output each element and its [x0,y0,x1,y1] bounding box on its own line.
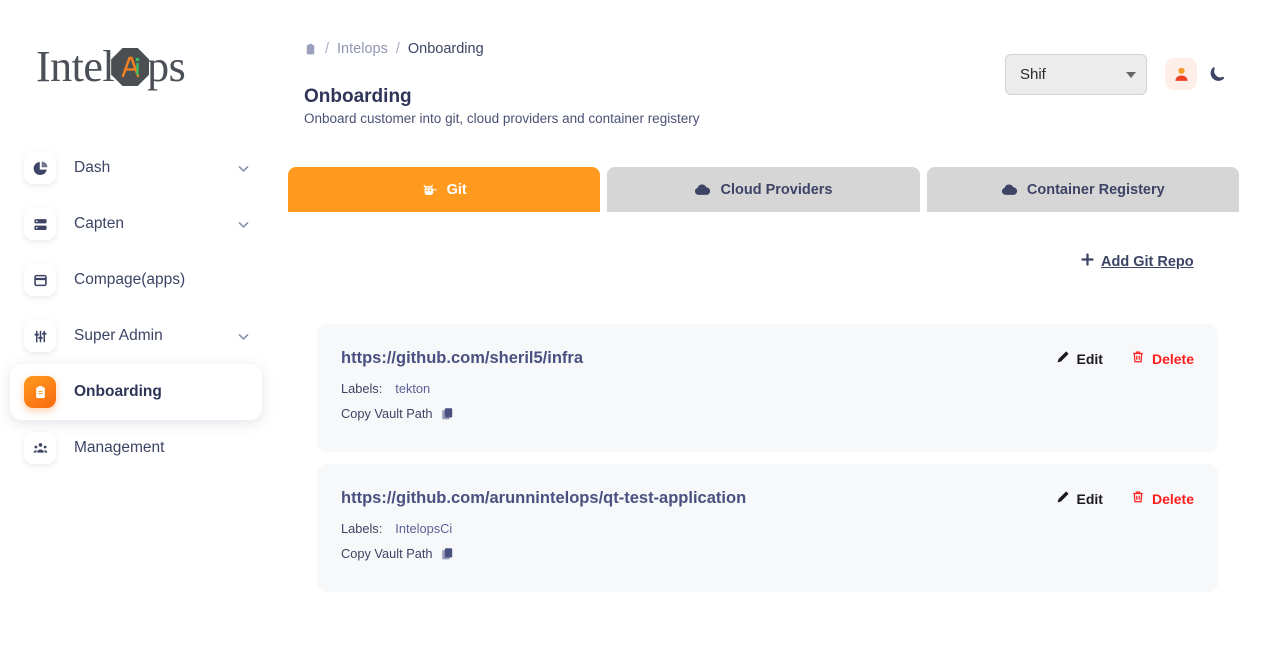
onboarding-tabs: Git Cloud Providers Container Registery [288,167,1239,212]
repo-row-actions: Edit Delete [1056,350,1194,367]
chevron-down-icon[interactable] [237,218,250,231]
tab-git[interactable]: Git [288,167,601,212]
copy-vault-path[interactable]: Copy Vault Path [341,546,1194,561]
theme-toggle-button[interactable] [1205,62,1229,86]
add-git-repo-button[interactable]: Add Git Repo [1080,252,1194,271]
brand-ai-badge-icon [111,48,150,86]
cloud-icon [1001,181,1018,198]
breadcrumb-separator: / [325,41,330,57]
tab-label: Cloud Providers [720,181,833,198]
sidebar-item-label: Dash [74,159,111,176]
copy-icon[interactable] [441,407,455,421]
repo-labels-caption: Labels: [341,381,383,396]
brand-logo-text-part2: ps [147,42,186,91]
tab-cloud-providers[interactable]: Cloud Providers [607,167,920,212]
delete-label: Delete [1151,490,1194,507]
sidebar-item-label: Management [74,439,165,456]
copy-icon[interactable] [441,547,455,561]
edit-label: Edit [1076,350,1103,367]
sidebar-item-label: Capten [74,215,124,232]
sidebar-item-super-admin[interactable]: Super Admin [10,308,262,364]
account-select[interactable]: Shif [1005,54,1147,95]
git-repo-list: https://github.com/sheril5/infra Labels:… [317,324,1218,604]
breadcrumb-current: Onboarding [407,41,484,57]
repo-card: https://github.com/arunnintelops/qt-test… [317,464,1218,592]
pie-chart-icon [24,152,56,184]
plus-icon [1080,252,1095,271]
sidebar: Intel ps Dash Capten Compage(apps) Super… [0,0,272,664]
chevron-down-icon[interactable] [237,330,250,343]
repo-row-actions: Edit Delete [1056,490,1194,507]
repo-label-value: IntelopsCi [395,521,453,536]
brand-logo[interactable]: Intel ps [36,36,216,98]
edit-button[interactable]: Edit [1056,350,1103,367]
tab-label: Git [446,181,467,198]
user-avatar-icon [1174,67,1188,81]
edit-label: Edit [1076,490,1103,507]
delete-button[interactable]: Delete [1131,350,1194,367]
git-icon [422,182,438,198]
repo-labels: Labels: IntelopsCi [341,521,1194,536]
copy-vault-path-label: Copy Vault Path [341,546,433,561]
breadcrumb-link-intelops[interactable]: Intelops [337,41,388,57]
breadcrumb: / Intelops / Onboarding [304,41,484,57]
sliders-icon [24,320,56,352]
sidebar-item-dash[interactable]: Dash [10,140,262,196]
sidebar-item-label: Compage(apps) [74,271,186,288]
moon-icon [1210,67,1225,81]
sidebar-nav: Dash Capten Compage(apps) Super Admin On… [10,140,262,476]
add-git-repo-label: Add Git Repo [1101,253,1194,270]
page-title: Onboarding [304,86,412,107]
sidebar-item-capten[interactable]: Capten [10,196,262,252]
copy-vault-path-label: Copy Vault Path [341,406,433,421]
delete-label: Delete [1151,350,1194,367]
page-subtitle: Onboard customer into git, cloud provide… [304,111,700,126]
tab-label: Container Registery [1026,181,1165,198]
sidebar-item-onboarding[interactable]: Onboarding [10,364,262,420]
users-icon [24,432,56,464]
pencil-icon [1056,490,1070,507]
sidebar-item-compage[interactable]: Compage(apps) [10,252,262,308]
breadcrumb-clipboard-icon[interactable] [304,43,317,56]
server-icon [24,208,56,240]
onboarding-page: Intel ps Dash Capten Compage(apps) Super… [0,0,1271,664]
edit-button[interactable]: Edit [1056,490,1103,507]
sidebar-item-label: Super Admin [74,327,163,344]
chevron-down-icon [1126,71,1136,78]
brand-logo-text-part1: Intel [36,42,115,91]
clipboard-icon [24,376,56,408]
repo-labels: Labels: tekton [341,381,1194,396]
avatar[interactable] [1165,58,1197,90]
tab-container-registery[interactable]: Container Registery [926,167,1239,212]
chevron-down-icon[interactable] [237,162,250,175]
cloud-icon [694,181,711,198]
sidebar-item-label: Onboarding [74,383,162,400]
delete-button[interactable]: Delete [1131,490,1194,507]
pencil-icon [1056,350,1070,367]
repo-labels-caption: Labels: [341,521,383,536]
breadcrumb-separator: / [395,41,400,57]
sidebar-item-management[interactable]: Management [10,420,262,476]
monitor-icon [24,264,56,296]
trash-icon [1131,490,1145,507]
account-select-value: Shif [1020,66,1046,83]
copy-vault-path[interactable]: Copy Vault Path [341,406,1194,421]
brand-logo-text: Intel ps [36,42,186,91]
trash-icon [1131,350,1145,367]
repo-label-value: tekton [395,381,431,396]
repo-card: https://github.com/sheril5/infra Labels:… [317,324,1218,452]
